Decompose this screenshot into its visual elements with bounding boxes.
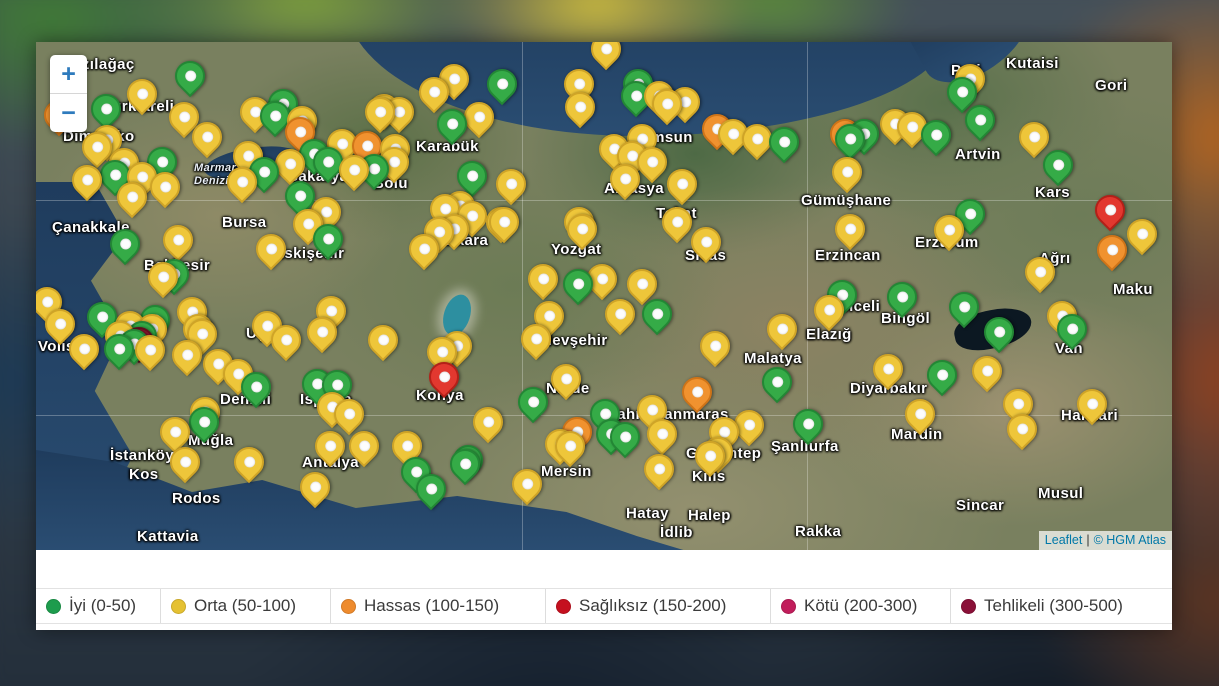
map-label: Bursa [222, 214, 267, 231]
map-label: Erzincan [815, 247, 881, 264]
map-marker-y[interactable] [826, 151, 868, 193]
air-quality-map[interactable]: KızılağaçKırklareliDimetokoÇanakkaleBurs… [36, 42, 1172, 550]
legend-color-dot [341, 599, 356, 614]
map-marker-y[interactable] [966, 350, 1008, 392]
legend-item: Hassas (100-150) [330, 589, 545, 623]
map-marker-g[interactable] [763, 121, 805, 163]
legend-color-dot [781, 599, 796, 614]
map-label: Sincar [956, 497, 1004, 514]
legend-color-dot [961, 599, 976, 614]
legend-label: Sağlıksız (150-200) [579, 596, 726, 616]
map-label: Kattavia [137, 528, 199, 545]
map-marker-y[interactable] [250, 228, 292, 270]
map-label: İdlib [660, 524, 693, 541]
legend-item: Sağlıksız (150-200) [545, 589, 770, 623]
map-attribution: Leaflet| © HGM Atlas [1039, 531, 1172, 550]
aqi-legend: İyi (0-50) Orta (50-100) Hassas (100-150) S… [36, 588, 1172, 624]
map-marker-y[interactable] [467, 401, 509, 443]
map-marker-y[interactable] [694, 325, 736, 367]
legend-label: Hassas (100-150) [364, 596, 499, 616]
map-marker-y[interactable] [362, 319, 404, 361]
zoom-in-button[interactable]: + [50, 55, 87, 94]
zoom-out-button[interactable]: − [50, 94, 87, 132]
page: KızılağaçKırklareliDimetokoÇanakkaleBurs… [0, 0, 1219, 686]
legend-label: Kötü (200-300) [804, 596, 917, 616]
map-marker-y[interactable] [829, 208, 871, 250]
map-label: Halep [688, 507, 731, 524]
map-marker-y[interactable] [522, 258, 564, 300]
map-label: Hatay [626, 505, 669, 522]
map-label: Maku [1113, 281, 1153, 298]
attribution-divider: | [1086, 533, 1089, 547]
map-label: Kos [129, 466, 159, 483]
map-label: Mersin [541, 463, 592, 480]
legend-label: İyi (0-50) [69, 596, 136, 616]
map-marker-y[interactable] [157, 219, 199, 261]
map-label: İstanköy [110, 447, 174, 464]
map-marker-g[interactable] [169, 55, 211, 97]
legend-item: Tehlikeli (300-500) [950, 589, 1172, 623]
map-label: Kars [1035, 184, 1070, 201]
legend-item: Orta (50-100) [160, 589, 330, 623]
map-label: Gümüşhane [801, 192, 891, 209]
graticule-line [36, 200, 1172, 201]
map-marker-y[interactable] [761, 308, 803, 350]
map-marker-g[interactable] [756, 361, 798, 403]
hgm-atlas-link[interactable]: © HGM Atlas [1094, 533, 1166, 547]
legend-item: İyi (0-50) [36, 589, 160, 623]
map-label: Kutaisi [1006, 55, 1059, 72]
content-panel: KızılağaçKırklareliDimetokoÇanakkaleBurs… [36, 42, 1172, 630]
map-label: Malatya [744, 350, 802, 367]
map-marker-y[interactable] [638, 448, 680, 490]
map-label: Gori [1095, 77, 1127, 94]
map-marker-r[interactable] [1089, 189, 1131, 231]
map-label: Musul [1038, 485, 1083, 502]
leaflet-link[interactable]: Leaflet [1045, 533, 1083, 547]
zoom-control: + − [50, 55, 87, 132]
legend-color-dot [171, 599, 186, 614]
legend-color-dot [46, 599, 61, 614]
map-label: Rakka [795, 523, 841, 540]
legend-color-dot [556, 599, 571, 614]
map-label: Rodos [172, 490, 221, 507]
map-marker-y[interactable] [228, 441, 270, 483]
map-marker-g[interactable] [1037, 144, 1079, 186]
map-marker-y[interactable] [599, 293, 641, 335]
legend-label: Orta (50-100) [194, 596, 296, 616]
map-marker-y[interactable] [483, 201, 525, 243]
legend-label: Tehlikeli (300-500) [984, 596, 1123, 616]
map-marker-y[interactable] [661, 163, 703, 205]
graticule-line [807, 42, 808, 550]
map-label: Artvin [955, 146, 1001, 163]
map-marker-g[interactable] [444, 443, 486, 485]
legend-item: Kötü (200-300) [770, 589, 950, 623]
map-marker-y[interactable] [490, 163, 532, 205]
